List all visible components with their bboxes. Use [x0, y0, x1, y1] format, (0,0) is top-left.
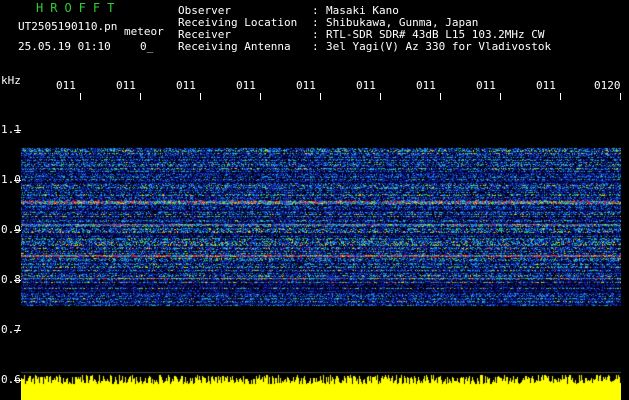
- x-tick: [380, 93, 381, 100]
- file-name: UT2505190110.pn: [18, 20, 118, 33]
- x-tick: [140, 93, 141, 100]
- x-tick: [440, 93, 441, 100]
- x-tick-label: 011: [356, 79, 376, 92]
- x-tick-label: 011: [176, 79, 196, 92]
- y-tick: [14, 130, 21, 131]
- y-tick: [14, 180, 21, 181]
- x-tick-label: 011: [536, 79, 556, 92]
- y-tick: [14, 380, 21, 381]
- antenna-separator: :: [312, 40, 319, 53]
- hrofft-window: HROFFT UT2505190110.pn meteor 25.05.19 0…: [0, 0, 629, 400]
- x-tick-label: 011: [236, 79, 256, 92]
- x-tick: [560, 93, 561, 100]
- event-type: meteor: [124, 25, 164, 38]
- x-tick-label: 011: [476, 79, 496, 92]
- x-tick: [80, 93, 81, 100]
- y-tick: [14, 230, 21, 231]
- y-tick: [14, 280, 21, 281]
- x-tick: [500, 93, 501, 100]
- date-time: 25.05.19 01:10: [18, 40, 111, 53]
- x-tick-label: 011: [416, 79, 436, 92]
- x-tick: [260, 93, 261, 100]
- x-tick-label: 011: [56, 79, 76, 92]
- spectrogram-plot: [21, 100, 621, 400]
- x-tick: [200, 93, 201, 100]
- waterfall-canvas: [21, 100, 621, 400]
- antenna-value: 3el Yagi(V) Az 330 for Vladivostok: [326, 40, 552, 53]
- antenna-label: Receiving Antenna: [178, 40, 291, 53]
- extra-indicator: 0_: [140, 40, 154, 53]
- app-title: HROFFT: [36, 1, 122, 15]
- y-axis-unit: kHz: [1, 74, 21, 87]
- y-tick: [14, 330, 21, 331]
- x-tick: [320, 93, 321, 100]
- x-tick-label: 0120: [594, 79, 621, 92]
- x-tick-label: 011: [296, 79, 316, 92]
- x-tick-label: 011: [116, 79, 136, 92]
- x-tick: [620, 93, 621, 100]
